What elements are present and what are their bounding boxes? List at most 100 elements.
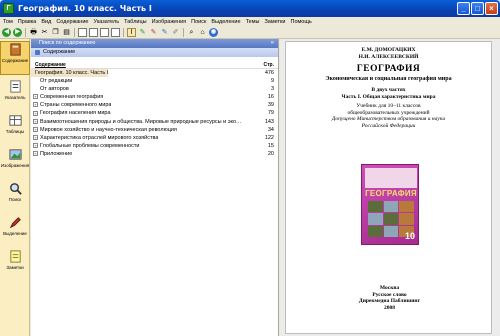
book-page: Е.М. ДОМОГАЦКИХ Н.И. АЛЕКСЕЕВСКИЙ ГЕОГРА… (285, 41, 492, 334)
expand-icon[interactable]: + (33, 102, 38, 108)
layout-icon[interactable] (111, 27, 120, 37)
toc-row-page: 15 (267, 142, 274, 149)
paste-icon[interactable]: ▤ (62, 28, 71, 37)
toc-row[interactable]: География. 10 класс. Часть I 476 (31, 69, 278, 78)
print-icon[interactable]: 🖶 (29, 28, 38, 37)
toc-row[interactable]: + Глобальные проблемы современности 15 (31, 142, 278, 150)
sidebar-item-index[interactable]: Указатель (0, 79, 30, 109)
toc-row[interactable]: + Приложение 20 (31, 150, 278, 158)
book-title: ГЕОГРАФИЯ (356, 64, 421, 74)
menu-view[interactable]: Вид (41, 19, 51, 25)
sidebar-item-search[interactable]: Поиск (0, 181, 30, 211)
split-view-icon[interactable] (89, 27, 98, 37)
column-page[interactable]: Стр. (263, 61, 274, 68)
toc-row[interactable]: + Современная география 16 (31, 93, 278, 101)
contents-pane: Поиск по содержанию » Содержание Содержа… (31, 39, 279, 336)
toc-row-page: 143 (264, 118, 274, 125)
menu-edit[interactable]: Правка (18, 19, 37, 25)
pencil-red-icon[interactable]: ✎ (149, 28, 158, 37)
page-viewer: Е.М. ДОМОГАЦКИХ Н.И. АЛЕКСЕЕВСКИЙ ГЕОГРА… (280, 39, 500, 336)
home-icon[interactable]: ⌂ (198, 28, 207, 37)
menu-notes[interactable]: Заметки (264, 19, 285, 25)
tab-contents[interactable]: Содержание (31, 48, 278, 57)
toc-row-title: Мировое хозяйство и научно-техническая р… (40, 126, 177, 133)
sidebar-item-notes[interactable]: Заметки (0, 249, 30, 279)
contents-list: География. 10 класс. Часть I 476 От редакц… (31, 69, 278, 158)
toc-row[interactable]: + Характеристика отраслей мирового хозяйс… (31, 134, 278, 142)
toc-row-title: Приложение (40, 150, 73, 157)
toc-row[interactable]: + Взаимоотношения природы и общества. Мир… (31, 118, 278, 126)
expand-icon[interactable]: + (33, 150, 38, 156)
page-view-icon[interactable] (78, 27, 87, 37)
forward-icon[interactable]: ▶ (13, 27, 22, 37)
image-icon (8, 149, 22, 160)
magnifier-icon (9, 183, 22, 195)
authors: Е.М. ДОМОГАЦКИХ Н.И. АЛЕКСЕЕВСКИЙ (358, 47, 419, 60)
marker-icon[interactable]: ✎ (160, 28, 169, 37)
notes-icon (9, 250, 21, 263)
toc-row[interactable]: + Мировое хозяйство и научно-техническая … (31, 126, 278, 134)
expand-icon[interactable]: + (33, 94, 38, 100)
menu-tom[interactable]: Том (3, 19, 13, 25)
menu-contents[interactable]: Содержание (56, 19, 88, 25)
menu-help[interactable]: Помощь (290, 19, 311, 25)
annotation-icon[interactable]: ✐ (171, 28, 180, 37)
toc-row-page: 79 (267, 110, 274, 117)
window-title: География. 10 класс. Часть I (18, 4, 152, 13)
toc-row-page: 9 (270, 78, 274, 85)
toc-row[interactable]: + География населения мира 79 (31, 109, 278, 117)
expand-icon[interactable]: + (33, 110, 38, 116)
copy-icon[interactable]: ❐ (51, 28, 60, 37)
toc-row-page: 3 (270, 86, 274, 93)
contents-search-header[interactable]: Поиск по содержанию » (31, 39, 278, 48)
cover-title: ГЕОГРАФИЯ (365, 189, 417, 198)
menu-tables[interactable]: Таблицы (124, 19, 146, 25)
sidebar-item-contents[interactable]: Содержание (0, 41, 30, 75)
toc-row-title: Глобальные проблемы современности (40, 142, 140, 149)
sidebar: Содержание Указатель Таблицы Изображения… (0, 39, 30, 336)
sidebar-item-highlight[interactable]: Выделение (0, 215, 30, 245)
toc-row[interactable]: + Страны современного мира 39 (31, 101, 278, 109)
text-view-icon[interactable] (100, 27, 109, 37)
book-cover-image: ГЕОГРАФИЯ 10 (361, 164, 419, 245)
textbook-info: Учебник для 10–11 классов общеобразовате… (331, 103, 446, 129)
collapse-icon[interactable]: » (271, 39, 274, 48)
sidebar-item-tables[interactable]: Таблицы (0, 113, 30, 143)
menu-selection[interactable]: Выделение (211, 19, 240, 25)
text-cursor-icon[interactable]: I (127, 27, 136, 37)
toc-row-page: 34 (267, 126, 274, 133)
back-icon[interactable]: ◀ (2, 27, 11, 37)
contents-column-header: Содержание Стр. (31, 61, 278, 69)
toc-row-title: География. 10 класс. Часть I (35, 70, 109, 76)
toc-row-title: Современная география (40, 94, 104, 101)
search-icon[interactable]: ⌕ (187, 28, 196, 37)
menu-images[interactable]: Изображения (152, 19, 187, 25)
expand-icon[interactable]: + (33, 126, 38, 132)
menu-topics[interactable]: Темы (246, 19, 260, 25)
book-icon (9, 43, 21, 56)
sidebar-item-images[interactable]: Изображения (0, 147, 30, 177)
maximize-button[interactable]: □ (471, 2, 484, 15)
toc-row-page: 39 (267, 102, 274, 109)
menu-search[interactable]: Поиск (191, 19, 206, 25)
toc-row-title: Характеристика отраслей мирового хозяйст… (40, 134, 159, 141)
app-icon: Г (3, 3, 14, 14)
minimize-button[interactable]: _ (457, 2, 470, 15)
menu-index[interactable]: Указатель (93, 19, 119, 25)
book-parts: В двух частях Часть I. Общая характерист… (341, 87, 436, 100)
expand-icon[interactable]: + (33, 134, 38, 140)
toc-row[interactable]: От редакции 9 (31, 77, 278, 85)
globe-icon[interactable]: ◉ (209, 27, 218, 37)
column-contents[interactable]: Содержание (35, 61, 66, 68)
cut-icon[interactable]: ✂ (40, 28, 49, 37)
close-button[interactable]: × (485, 2, 498, 15)
toc-row-title: География населения мира (40, 110, 111, 117)
expand-icon[interactable]: + (33, 142, 38, 148)
menu-bar: Том Правка Вид Содержание Указатель Табл… (0, 17, 500, 26)
expand-icon[interactable]: + (33, 118, 38, 124)
toc-row-title: От авторов (40, 86, 69, 93)
toc-row-page: 476 (264, 70, 274, 76)
toc-row[interactable]: От авторов 3 (31, 85, 278, 93)
toc-row-title: От редакции (40, 78, 73, 85)
pencil-green-icon[interactable]: ✎ (138, 28, 147, 37)
